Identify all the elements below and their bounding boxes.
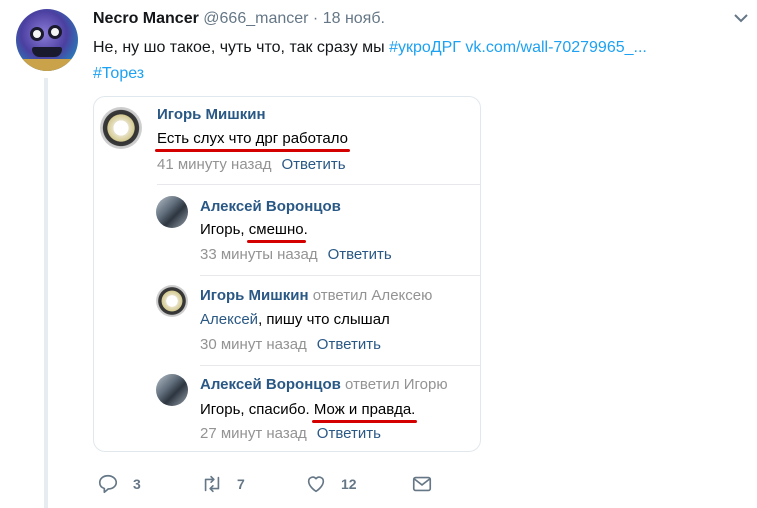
comment-time: 41 минуту назад [157,156,272,173]
comment-meta: 27 минут назад Ответить [200,425,381,442]
envelope-icon [412,476,432,492]
divider [157,184,480,185]
comment-underlined-text: Мож и правда. [311,401,418,423]
comment-text-part: , пишу что слышал [258,311,390,328]
comment-text-part: Игорь, [200,221,249,238]
avatar-eye [48,25,62,39]
commenter-avatar [156,374,188,406]
comment-text: Игорь, смешно. [200,221,308,243]
reply-count: 3 [133,476,141,492]
comment-text: Алексей, пишу что слышал [200,311,390,328]
comment-meta: 30 минут назад Ответить [200,336,381,353]
comment-meta: 33 минуты назад Ответить [200,246,392,263]
avatar-mouth [32,47,62,57]
like-button[interactable]: 12 [305,470,357,498]
comment-author-name: Игорь Мишкин [200,287,309,304]
comment-underlined-text: Есть слух что дрг работало [155,130,350,152]
author-name[interactable]: Necro Mancer [93,10,199,27]
divider [200,275,480,276]
comment-time: 30 минут назад [200,336,307,353]
avatar-ground [16,59,78,71]
chevron-down-icon[interactable] [734,13,748,23]
comment-text-part: Игорь, спасибо. [200,401,314,418]
tweet-text: Не, ну шо такое, чуть что, так сразу мы … [93,35,733,87]
divider [200,365,480,366]
reply-link: Ответить [327,246,392,263]
retweet-count: 7 [237,476,245,492]
comment-text: Игорь, спасибо. Мож и правда. [200,401,418,423]
comment-meta: 41 минуту назад Ответить [157,156,346,173]
hashtag-link[interactable]: #укроДРГ [389,39,461,56]
reply-button[interactable]: 3 [97,470,141,498]
commenter-avatar [156,285,188,317]
retweet-button[interactable]: 7 [201,470,245,498]
embedded-image-card[interactable]: Игорь Мишкин Есть слух что дрг работало … [93,96,481,452]
comment-text-part: . [303,221,308,238]
reply-to-label: ответил Игорю [345,376,448,393]
addressee-link: Алексей [200,311,259,328]
comment-time: 27 минут назад [200,425,307,442]
comment-author: Игорь Мишкин ответил Алексею [200,287,432,304]
heart-icon [307,476,325,493]
url-link[interactable]: vk.com/wall-70279965_... [465,39,646,56]
reply-to-label: ответил Алексею [312,287,433,304]
author-handle[interactable]: @666_mancer [203,10,308,27]
thread-line [44,78,48,508]
tweet-header: Necro Mancer @666_mancer · 18 нояб. [93,10,385,28]
hashtag-link[interactable]: #Торез [93,65,144,82]
comment-underlined-text: смешно [246,221,306,243]
avatar-eye [30,27,44,41]
reply-link: Ответить [316,425,381,442]
tweet-text-body: Не, ну шо такое, чуть что, так сразу мы [93,39,390,56]
comment-text: Есть слух что дрг работало [155,130,350,152]
tweet-actions: 3 7 12 [93,470,493,498]
message-button[interactable] [411,470,433,498]
avatar[interactable] [16,9,78,71]
comment-author: Алексей Воронцов [200,198,341,215]
separator-dot: · [312,10,319,27]
retweet-icon [204,475,220,493]
like-count: 12 [341,476,357,492]
comment-author-name: Алексей Воронцов [200,376,341,393]
commenter-avatar [156,196,188,228]
comment-author: Игорь Мишкин [157,106,266,123]
commenter-avatar [100,107,142,149]
tweet-date[interactable]: 18 нояб. [323,10,385,27]
reply-link: Ответить [316,336,381,353]
comment-author: Алексей Воронцов ответил Игорю [200,376,448,393]
reply-icon [98,474,118,494]
comment-time: 33 минуты назад [200,246,318,263]
reply-link: Ответить [281,156,346,173]
